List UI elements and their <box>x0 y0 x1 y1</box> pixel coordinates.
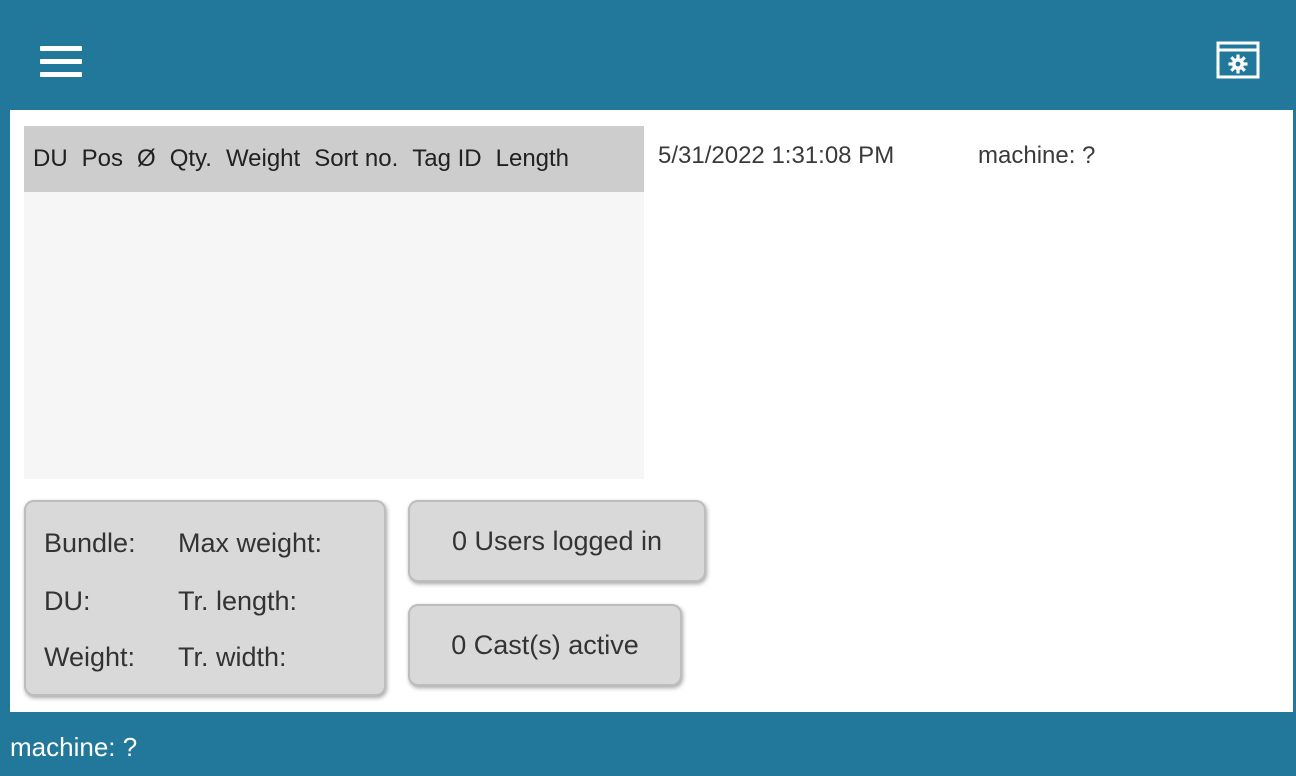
column-header-weight[interactable]: Weight <box>226 145 300 173</box>
window-settings-icon[interactable] <box>1215 40 1261 80</box>
du-label: DU: <box>44 586 91 616</box>
max-weight-label: Max weight: <box>178 528 323 558</box>
users-logged-in-button[interactable]: 0 Users logged in <box>408 500 706 582</box>
column-header-du[interactable]: DU <box>33 145 68 173</box>
bundle-label: Bundle: <box>44 528 136 558</box>
tr-width-label: Tr. width: <box>178 642 287 672</box>
bundle-table[interactable]: DU Pos Ø Qty. Weight Sort no. Tag ID Len… <box>24 126 644 479</box>
app-window: DU Pos Ø Qty. Weight Sort no. Tag ID Len… <box>0 0 1296 776</box>
hamburger-menu-icon[interactable] <box>40 46 82 78</box>
datetime-label: 5/31/2022 1:31:08 PM <box>658 142 895 169</box>
status-bar: machine: ? <box>0 714 1296 776</box>
users-logged-in-label: 0 Users logged in <box>451 525 663 556</box>
status-machine-text: machine: ? <box>10 732 138 762</box>
column-header-pos[interactable]: Pos <box>82 145 123 173</box>
column-header-sort-no[interactable]: Sort no. <box>314 145 398 173</box>
top-app-bar <box>0 0 1296 108</box>
table-header: DU Pos Ø Qty. Weight Sort no. Tag ID Len… <box>24 126 644 192</box>
tr-length-label: Tr. length: <box>178 586 298 616</box>
casts-active-label: 0 Cast(s) active <box>451 629 639 660</box>
weight-label: Weight: <box>44 642 136 672</box>
info-row-weight: Weight: Tr. width: <box>44 642 287 682</box>
column-header-length[interactable]: Length <box>496 145 569 173</box>
machine-label: machine: ? <box>978 142 1096 169</box>
column-header-tag-id[interactable]: Tag ID <box>412 145 481 173</box>
casts-active-button[interactable]: 0 Cast(s) active <box>408 604 682 686</box>
bundle-info-panel: Bundle: Max weight: DU: Tr. length: Weight… <box>24 500 386 696</box>
column-header-qty[interactable]: Qty. <box>170 145 212 173</box>
info-row-bundle: Bundle: Max weight: <box>44 528 322 568</box>
info-row-du: DU: Tr. length: <box>44 586 297 626</box>
main-content: DU Pos Ø Qty. Weight Sort no. Tag ID Len… <box>10 110 1293 712</box>
column-header-diameter[interactable]: Ø <box>137 145 156 173</box>
